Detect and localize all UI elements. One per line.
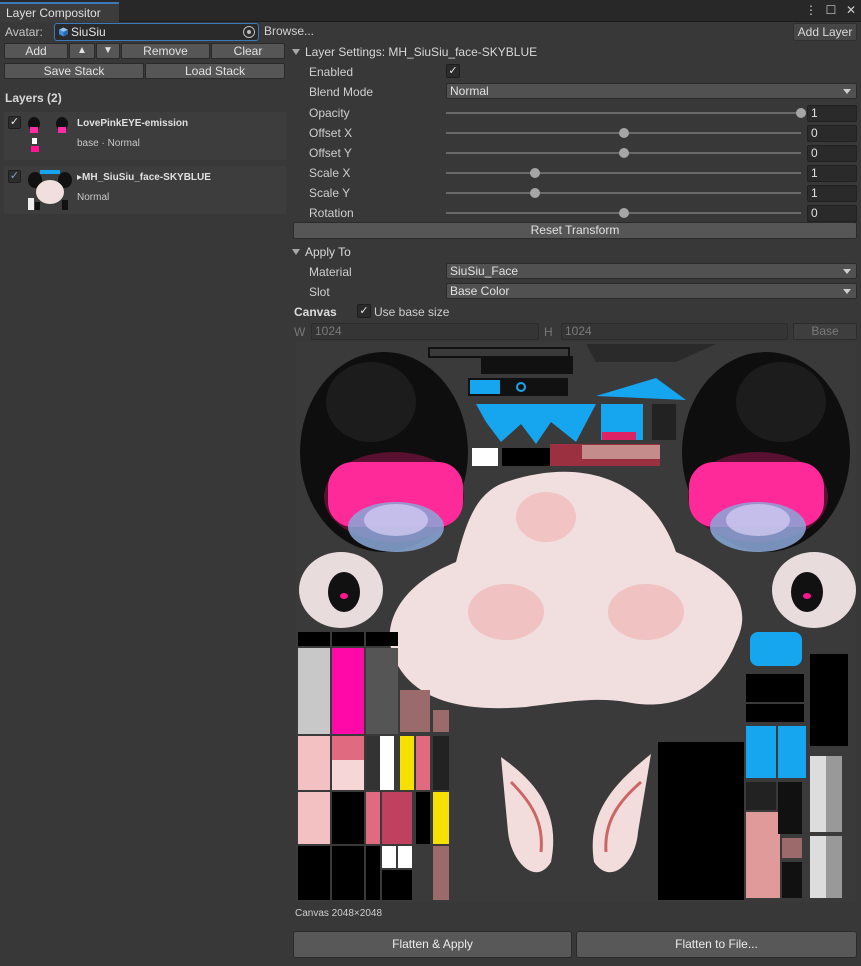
layer-subtitle: Normal <box>77 192 110 203</box>
avatar-row: Avatar: SiuSiu Browse... Add Layer <box>0 22 861 42</box>
width-label: W <box>294 325 306 339</box>
layer-name: LovePinkEYE-emission <box>77 118 189 129</box>
slider-thumb[interactable] <box>618 128 629 138</box>
add-layer-button[interactable]: Add Layer <box>793 23 857 41</box>
slider-track[interactable] <box>446 208 801 218</box>
blend-mode-value: Normal <box>450 84 489 98</box>
foldout-arrow-icon <box>292 249 300 255</box>
material-value: SiuSiu_Face <box>450 264 519 278</box>
flatten-apply-button[interactable]: Flatten & Apply <box>293 931 572 958</box>
material-dropdown[interactable]: SiuSiu_Face <box>446 263 857 279</box>
height-field: 1024 <box>561 323 788 340</box>
slider-track[interactable] <box>446 188 801 198</box>
flatten-to-file-button[interactable]: Flatten to File... <box>576 931 857 958</box>
slot-dropdown[interactable]: Base Color <box>446 283 857 299</box>
layer-item[interactable]: ✓ ▸MH_SiuSiu_face-SKYBLUE Normal <box>4 166 286 214</box>
apply-to-foldout[interactable]: Apply To <box>292 245 351 259</box>
slider-label: Offset Y <box>309 146 352 160</box>
slider-track[interactable] <box>446 168 801 178</box>
more-vert-icon[interactable]: ⋮ <box>805 3 817 17</box>
height-label: H <box>544 325 553 339</box>
dropdown-caret-icon <box>843 289 851 294</box>
avatar-value: SiuSiu <box>71 25 106 39</box>
remove-button[interactable]: Remove <box>121 43 210 59</box>
canvas-preview[interactable] <box>296 342 856 902</box>
slider-thumb[interactable] <box>618 208 629 218</box>
window-controls: ⋮ ☐ ✕ <box>805 3 857 17</box>
avatar-object-field[interactable]: SiuSiu <box>54 23 259 41</box>
slider-label: Scale Y <box>309 186 351 200</box>
cube-icon <box>59 27 68 37</box>
slider-value-field[interactable]: 1 <box>807 105 857 122</box>
slider-label: Offset X <box>309 126 353 140</box>
layer-visibility-checkbox[interactable]: ✓ <box>8 170 21 183</box>
object-picker-icon[interactable] <box>243 26 255 38</box>
reset-transform-button[interactable]: Reset Transform <box>293 222 857 239</box>
slider-track[interactable] <box>446 128 801 138</box>
layer-thumbnail <box>26 168 74 212</box>
clear-button[interactable]: Clear <box>211 43 285 59</box>
layer-name: ▸MH_SiuSiu_face-SKYBLUE <box>77 172 211 183</box>
save-stack-button[interactable]: Save Stack <box>4 63 144 79</box>
canvas-size-caption: Canvas 2048×2048 <box>295 908 383 919</box>
add-button[interactable]: Add <box>4 43 68 59</box>
slider-value-field[interactable]: 0 <box>807 205 857 222</box>
close-icon[interactable]: ✕ <box>845 3 857 17</box>
layer-subtitle: base · Normal <box>77 138 140 149</box>
blend-mode-label: Blend Mode <box>309 85 374 99</box>
width-field: 1024 <box>311 323 539 340</box>
canvas-title: Canvas <box>294 305 337 319</box>
slider-value-field[interactable]: 0 <box>807 145 857 162</box>
use-base-size-toggle[interactable]: ✓ <box>357 304 371 318</box>
slider-value-field[interactable]: 0 <box>807 125 857 142</box>
slider-label: Scale X <box>309 166 351 180</box>
layers-panel: Add ▲ ▼ Remove Clear Save Stack Load Sta… <box>0 42 288 966</box>
slider-thumb[interactable] <box>796 108 806 118</box>
slider-value-field[interactable]: 1 <box>807 165 857 182</box>
slot-value: Base Color <box>450 284 510 298</box>
layer-settings-title: Layer Settings: MH_SiuSiu_face-SKYBLUE <box>305 45 538 59</box>
slider-label: Rotation <box>309 206 354 220</box>
slider-track[interactable] <box>446 148 801 158</box>
use-base-size-label: Use base size <box>374 305 450 319</box>
enabled-toggle[interactable]: ✓ <box>446 64 460 78</box>
slider-value-field[interactable]: 1 <box>807 185 857 202</box>
maximize-icon[interactable]: ☐ <box>825 3 837 17</box>
move-up-button[interactable]: ▲ <box>69 43 95 59</box>
browse-button[interactable]: Browse... <box>262 23 319 41</box>
slider-track[interactable] <box>446 108 806 118</box>
slider-thumb[interactable] <box>618 148 629 158</box>
dropdown-caret-icon <box>843 269 851 274</box>
material-label: Material <box>309 265 352 279</box>
layer-visibility-checkbox[interactable]: ✓ <box>8 116 21 129</box>
enabled-label: Enabled <box>309 65 354 79</box>
blend-mode-dropdown[interactable]: Normal <box>446 83 857 99</box>
move-down-button[interactable]: ▼ <box>96 43 120 59</box>
dropdown-caret-icon <box>843 89 851 94</box>
foldout-arrow-icon <box>292 49 300 55</box>
tab-layer-compositor[interactable]: Layer Compositor <box>0 2 119 22</box>
window-tabbar: Layer Compositor ⋮ ☐ ✕ <box>0 0 861 22</box>
load-stack-button[interactable]: Load Stack <box>145 63 285 79</box>
layer-settings-foldout[interactable]: Layer Settings: MH_SiuSiu_face-SKYBLUE <box>292 45 537 59</box>
slider-thumb[interactable] <box>529 188 540 198</box>
layer-item[interactable]: ✓ LovePinkEYE-emission base · Normal <box>4 112 286 160</box>
slot-label: Slot <box>309 285 330 299</box>
layers-title: Layers (2) <box>5 91 62 105</box>
avatar-label: Avatar: <box>5 25 43 39</box>
base-button: Base <box>793 323 857 340</box>
slider-label: Opacity <box>309 106 350 120</box>
slider-thumb[interactable] <box>529 168 540 178</box>
apply-to-title: Apply To <box>305 245 351 259</box>
layer-thumbnail <box>26 114 74 154</box>
